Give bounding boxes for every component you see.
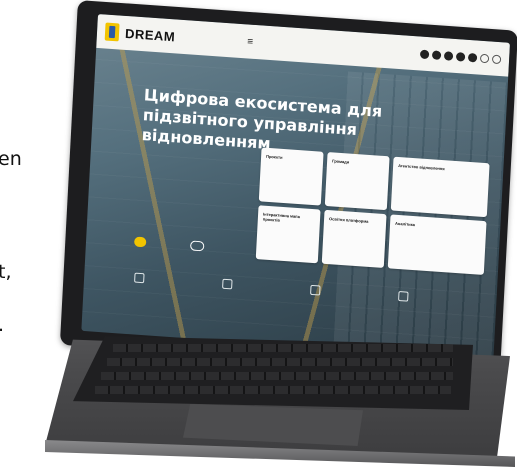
laptop-screen: DREAM ≡ Цифрова екосистема для підзвітно… <box>81 14 511 360</box>
key-row <box>101 372 453 380</box>
secondary-button[interactable] <box>189 240 205 252</box>
header-icons <box>419 49 502 64</box>
social-icon[interactable] <box>455 51 466 62</box>
brand-subtitle <box>181 37 241 41</box>
social-icon[interactable] <box>419 49 430 59</box>
clipped-side-text-2: t, <box>0 261 12 283</box>
card-recovery-agency[interactable]: Агентство відновлення <box>390 156 490 218</box>
laptop: DREAM ≡ Цифрова екосистема для підзвітно… <box>45 0 517 473</box>
accessibility-icon[interactable] <box>491 54 502 64</box>
card-education-platform[interactable]: Освітня платформа <box>321 209 387 268</box>
keyboard <box>73 336 473 410</box>
partner-emblem-icon <box>398 291 409 302</box>
menu-icon[interactable]: ≡ <box>247 36 253 47</box>
card-analytics[interactable]: Аналітика <box>387 214 487 275</box>
clipped-side-text-3: . <box>0 314 4 336</box>
tryzub-logo-icon[interactable] <box>104 22 120 42</box>
feature-cards: Проєкти Громади Агентство відновлення Ін… <box>255 147 497 287</box>
card-interactive-map[interactable]: Інтерактивна мапа проєктів <box>255 205 321 264</box>
product-photo: en t, . DREAM ≡ <box>0 0 517 473</box>
key-row <box>95 386 451 394</box>
partner-emblem-icon <box>222 278 233 290</box>
clipped-side-text-1: en <box>0 148 22 170</box>
card-projects[interactable]: Проєкти <box>258 147 324 206</box>
key-row <box>107 358 453 366</box>
social-icon[interactable] <box>467 52 478 62</box>
language-icon[interactable] <box>479 53 490 63</box>
partner-emblem-icon <box>134 272 145 284</box>
key-row <box>113 344 453 352</box>
partner-emblem-icon <box>310 284 321 296</box>
card-communities[interactable]: Громади <box>324 152 390 211</box>
brand-name[interactable]: DREAM <box>125 25 176 43</box>
social-icon[interactable] <box>431 49 442 60</box>
social-icon[interactable] <box>443 50 454 61</box>
about-dream-button[interactable] <box>133 236 147 248</box>
